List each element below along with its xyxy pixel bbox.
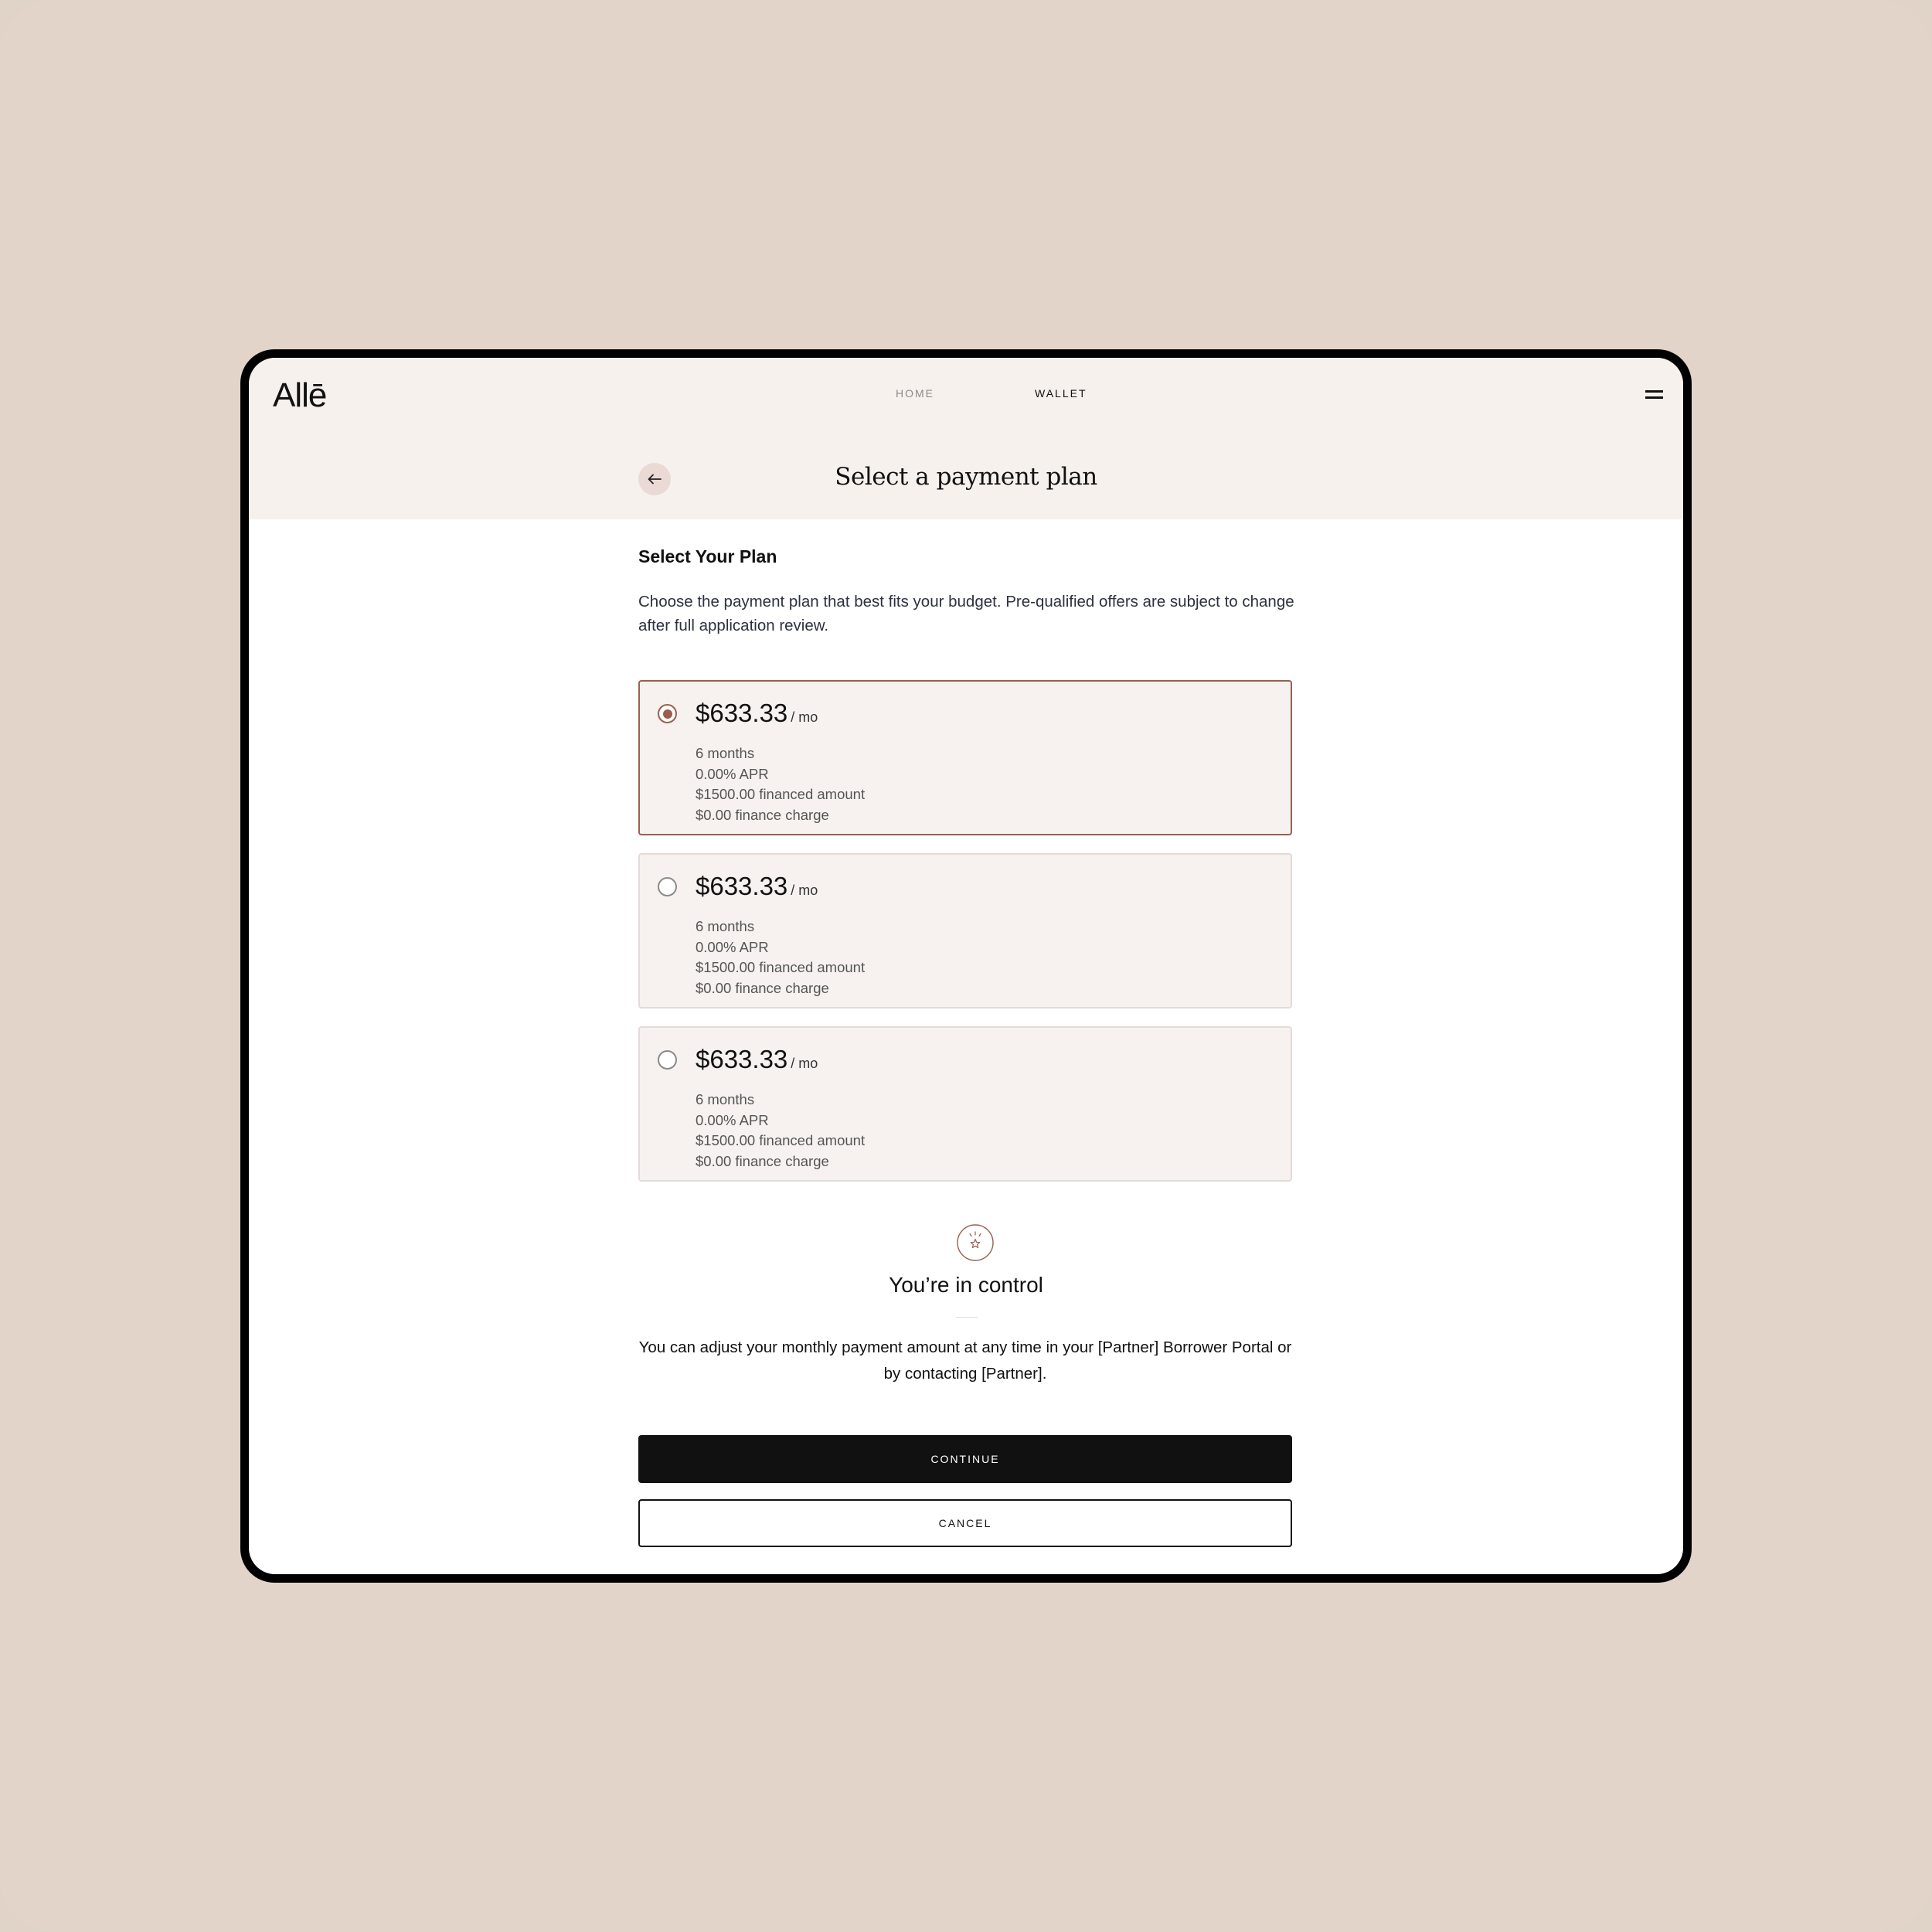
plan-finance-charge: $0.00 finance charge [696,1152,829,1169]
nav-wallet[interactable]: WALLET [1035,387,1087,400]
star-badge-icon [957,1224,994,1261]
plan-financed-amount: $1500.00 financed amount [696,786,866,802]
radio-unselected[interactable] [658,877,677,896]
page-background: Allē HOME WALLET Select a payment plan S… [0,0,1932,1932]
section-title: Select Your Plan [638,546,777,566]
plan-apr: 0.00% APR [696,1111,769,1128]
alle-logo[interactable]: Allē [273,376,327,415]
plan-finance-charge: $0.00 finance charge [696,979,829,996]
plan-term: 6 months [696,1091,755,1107]
plan-price-unit: / mo [791,1056,818,1071]
plan-details: 6 months 0.00% APR $1500.00 financed amo… [696,743,865,825]
plan-term: 6 months [696,745,755,761]
plan-details: 6 months 0.00% APR $1500.00 financed amo… [696,1090,865,1172]
plan-apr: 0.00% APR [696,938,769,955]
plan-option-1[interactable]: $633.33/ mo 6 months 0.00% APR $1500.00 … [638,680,1292,835]
plan-price-value: $633.33 [696,1045,788,1073]
cancel-button[interactable]: CANCEL [638,1499,1292,1547]
divider [956,1317,978,1318]
radio-unselected[interactable] [658,1050,677,1070]
plan-option-3[interactable]: $633.33/ mo 6 months 0.00% APR $1500.00 … [638,1026,1292,1182]
nav-home[interactable]: HOME [896,387,934,400]
hamburger-icon[interactable] [1645,390,1663,400]
plan-price: $633.33/ mo [696,872,818,901]
plan-term: 6 months [696,918,755,934]
radio-selected[interactable] [658,704,677,723]
plan-financed-amount: $1500.00 financed amount [696,959,866,975]
app-screen: Allē HOME WALLET Select a payment plan S… [249,358,1683,1574]
plan-price: $633.33/ mo [696,699,818,728]
tablet-frame: Allē HOME WALLET Select a payment plan S… [240,349,1692,1583]
control-description: You can adjust your monthly payment amou… [638,1338,1292,1383]
plan-financed-amount: $1500.00 financed amount [696,1132,866,1148]
plan-price-value: $633.33 [696,872,788,900]
plan-price-unit: / mo [791,709,818,725]
plan-finance-charge: $0.00 finance charge [696,806,829,823]
header-band [249,358,1683,519]
plan-price-unit: / mo [791,883,818,898]
continue-button[interactable]: CONTINUE [638,1435,1292,1483]
plan-option-2[interactable]: $633.33/ mo 6 months 0.00% APR $1500.00 … [638,853,1292,1009]
plan-apr: 0.00% APR [696,765,769,782]
page-title: Select a payment plan [835,463,1097,491]
plan-details: 6 months 0.00% APR $1500.00 financed amo… [696,917,865,998]
plan-price-value: $633.33 [696,699,788,727]
plan-price: $633.33/ mo [696,1045,818,1074]
control-title: You’re in control [889,1273,1043,1297]
section-description: Choose the payment plan that best fits y… [638,593,1294,634]
